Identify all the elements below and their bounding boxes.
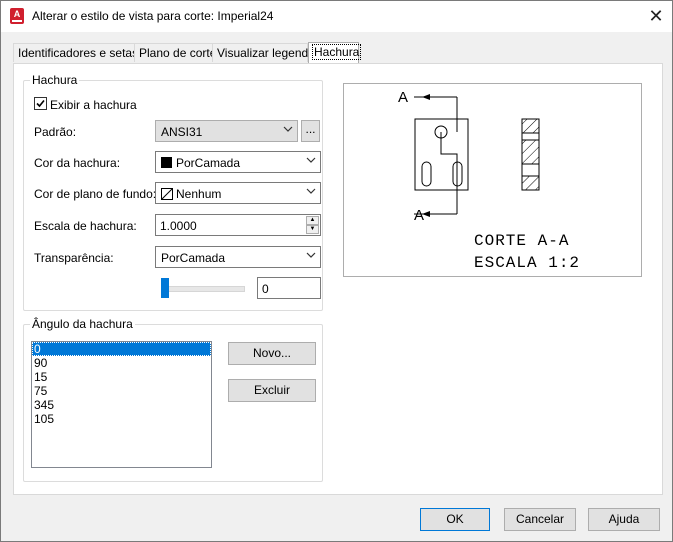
- hatch-scale-input[interactable]: 1.0000 ▲ ▼: [155, 214, 321, 236]
- dialog-window: A Alterar o estilo de vista para corte: …: [0, 0, 673, 542]
- angle-group: Ângulo da hachura 0 90 15 75 345 105 Nov…: [23, 317, 323, 482]
- section-label-top: A: [398, 89, 408, 106]
- tab-visualizar-legenda[interactable]: Visualizar legenda: [212, 43, 315, 62]
- transparency-slider-thumb[interactable]: [161, 278, 169, 298]
- preview-drawing: A A CORTE A-A ESCALA 1:2: [398, 89, 580, 272]
- pattern-browse-button[interactable]: ...: [301, 120, 320, 142]
- transparency-value: PorCamada: [161, 251, 226, 265]
- close-icon[interactable]: ✕: [643, 4, 669, 28]
- cancel-button[interactable]: Cancelar: [504, 508, 576, 531]
- list-item[interactable]: 105: [32, 412, 211, 426]
- list-item[interactable]: 75: [32, 384, 211, 398]
- background-color-value: Nenhum: [176, 187, 222, 201]
- chevron-down-icon: [306, 157, 316, 163]
- list-item[interactable]: 90: [32, 356, 211, 370]
- hatch-group-title: Hachura: [30, 73, 80, 87]
- section-label-bottom: A: [414, 207, 424, 224]
- hatch-scale-value: 1.0000: [160, 219, 197, 233]
- background-color-dropdown[interactable]: Nenhum: [155, 182, 321, 204]
- hatch-color-value: PorCamada: [176, 156, 241, 170]
- chevron-down-icon: [306, 188, 316, 194]
- window-title: Alterar o estilo de vista para corte: Im…: [32, 9, 274, 23]
- hatch-color-label: Cor da hachura:: [34, 156, 121, 170]
- list-item[interactable]: 345: [32, 398, 211, 412]
- pattern-dropdown[interactable]: ANSI31: [155, 120, 298, 142]
- transparency-number-value: 0: [262, 282, 269, 296]
- none-swatch-icon: [161, 188, 173, 200]
- transparency-label: Transparência:: [34, 251, 114, 265]
- tab-identificadores-e-setas[interactable]: Identificadores e setas: [13, 43, 139, 62]
- pattern-label: Padrão:: [34, 125, 77, 139]
- tab-label: Hachura: [311, 44, 362, 60]
- ok-button[interactable]: OK: [420, 508, 490, 531]
- show-hatch-checkbox[interactable]: [34, 97, 47, 110]
- hatch-scale-label: Escala de hachura:: [34, 219, 137, 233]
- preview-caption-line1: CORTE A-A: [474, 232, 569, 250]
- background-color-label: Cor de plano de fundo:: [34, 187, 157, 201]
- pattern-value: ANSI31: [161, 125, 203, 139]
- tab-label: Visualizar legenda: [217, 46, 315, 60]
- angle-listbox[interactable]: 0 90 15 75 345 105: [31, 341, 212, 468]
- preview-caption-line2: ESCALA 1:2: [474, 254, 580, 272]
- hatch-group: Hachura Exibir a hachura Padrão: ANSI31 …: [23, 73, 323, 311]
- help-button[interactable]: Ajuda: [588, 508, 660, 531]
- spin-down-icon[interactable]: ▼: [306, 225, 319, 234]
- tab-label: Identificadores e setas: [18, 46, 139, 60]
- hatch-color-dropdown[interactable]: PorCamada: [155, 151, 321, 173]
- section-view-preview: A A CORTE A-A ESCALA 1:2: [343, 83, 642, 277]
- color-swatch: [161, 157, 172, 168]
- list-item[interactable]: 0: [32, 342, 211, 356]
- chevron-down-icon: [283, 126, 293, 132]
- spin-up-icon[interactable]: ▲: [306, 216, 319, 225]
- tab-hachura[interactable]: Hachura: [308, 42, 362, 63]
- transparency-number-input[interactable]: 0: [257, 277, 321, 299]
- new-angle-button[interactable]: Novo...: [228, 342, 316, 365]
- transparency-slider-track[interactable]: [161, 286, 245, 292]
- tab-plano-de-corte[interactable]: Plano de corte: [134, 43, 217, 62]
- delete-angle-button[interactable]: Excluir: [228, 379, 316, 402]
- title-bar[interactable]: A Alterar o estilo de vista para corte: …: [1, 1, 672, 32]
- transparency-dropdown[interactable]: PorCamada: [155, 246, 321, 268]
- show-hatch-label[interactable]: Exibir a hachura: [50, 98, 137, 112]
- angle-group-title: Ângulo da hachura: [30, 317, 135, 331]
- autocad-icon: A: [10, 8, 24, 24]
- tab-label: Plano de corte: [139, 46, 217, 60]
- list-item[interactable]: 15: [32, 370, 211, 384]
- tab-panel-hachura: Hachura Exibir a hachura Padrão: ANSI31 …: [13, 63, 663, 495]
- chevron-down-icon: [306, 252, 316, 258]
